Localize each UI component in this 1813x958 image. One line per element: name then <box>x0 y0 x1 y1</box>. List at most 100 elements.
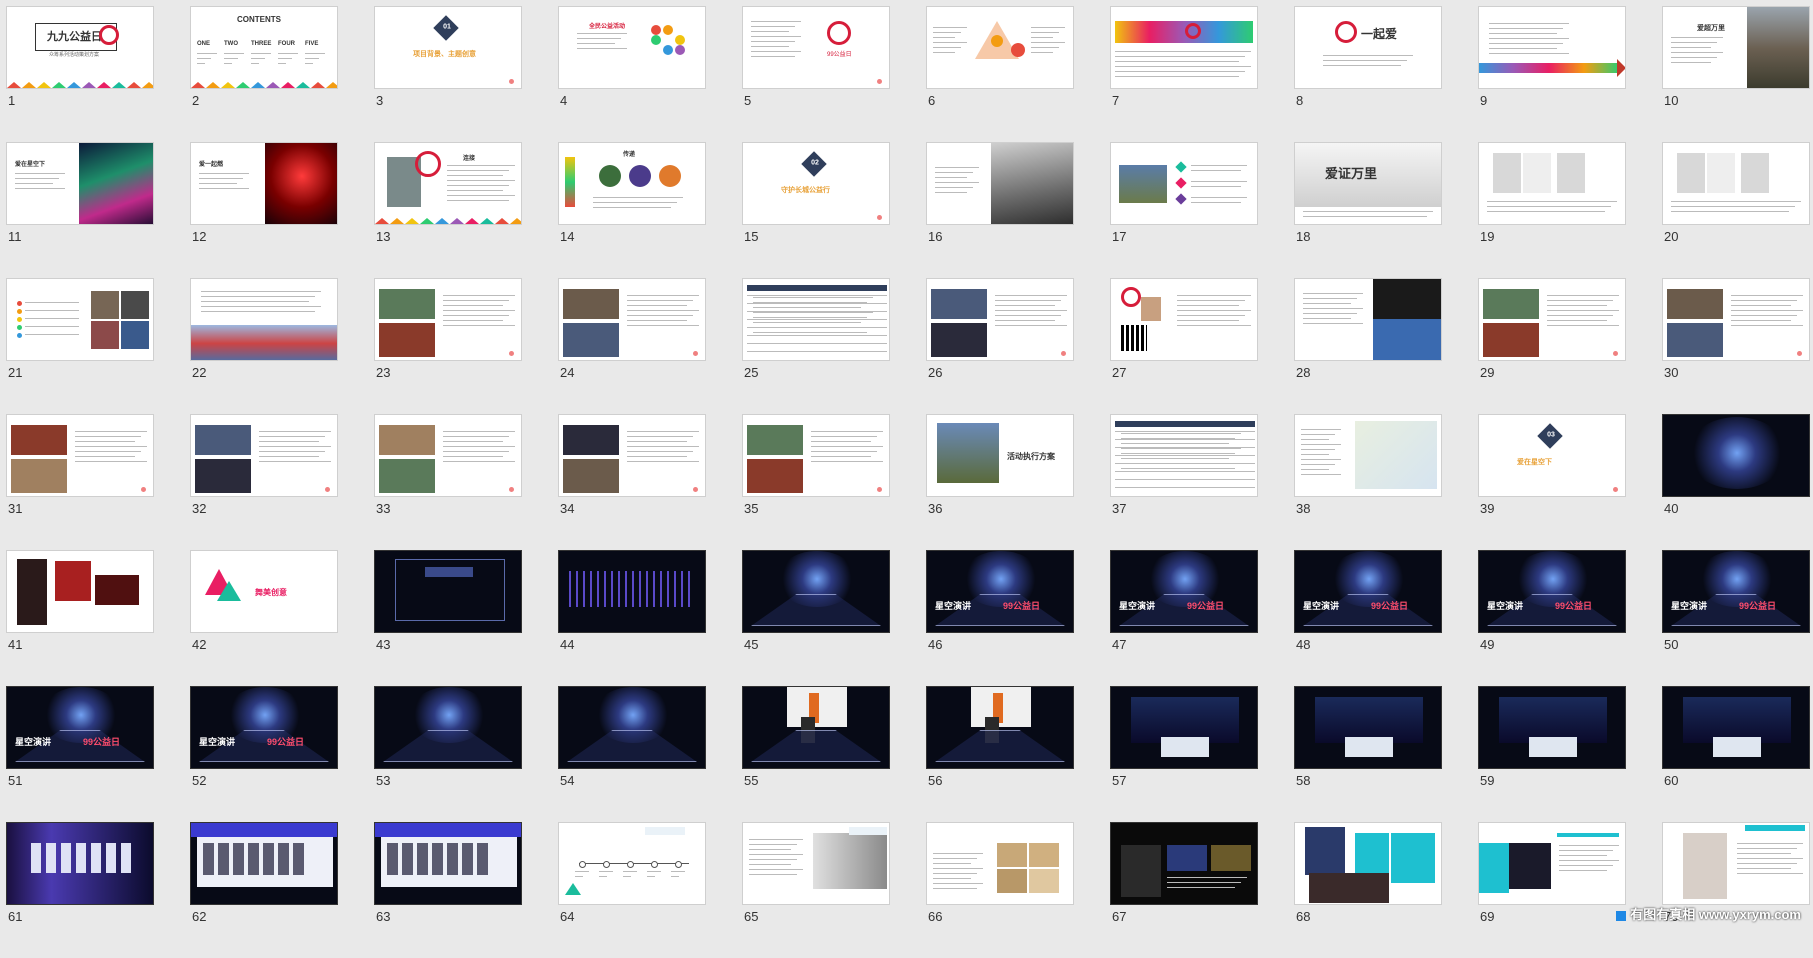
slide-thumbnail-36[interactable]: 活动执行方案 36 <box>926 414 1110 550</box>
slide-preview[interactable] <box>558 278 706 361</box>
slide-thumbnail-68[interactable]: 68 <box>1294 822 1478 958</box>
slide-preview[interactable]: 爱在星空下 <box>6 142 154 225</box>
slide-thumbnail-46[interactable]: 星空演讲 99公益日 46 <box>926 550 1110 686</box>
slide-preview[interactable] <box>190 414 338 497</box>
slide-thumbnail-3[interactable]: 01 项目背景、主题创意 3 <box>374 6 558 142</box>
slide-thumbnail-33[interactable]: 33 <box>374 414 558 550</box>
slide-preview[interactable] <box>1110 278 1258 361</box>
slide-thumbnail-8[interactable]: 一起爱 8 <box>1294 6 1478 142</box>
slide-thumbnail-15[interactable]: 02 守护长城公益行 15 <box>742 142 926 278</box>
slide-preview[interactable] <box>374 822 522 905</box>
slide-preview[interactable] <box>1110 822 1258 905</box>
slide-thumbnail-64[interactable]: 64 <box>558 822 742 958</box>
slide-preview[interactable]: 星空演讲 99公益日 <box>1478 550 1626 633</box>
slide-preview[interactable] <box>926 822 1074 905</box>
slide-preview[interactable]: 99公益日 <box>742 6 890 89</box>
slide-preview[interactable]: CONTENTS ONE TWO THREE FOUR FIVE <box>190 6 338 89</box>
slide-thumbnail-69[interactable]: 69 <box>1478 822 1662 958</box>
slide-thumbnail-35[interactable]: 35 <box>742 414 926 550</box>
slide-thumbnail-62[interactable]: 62 <box>190 822 374 958</box>
slide-thumbnail-7[interactable]: 7 <box>1110 6 1294 142</box>
slide-thumbnail-53[interactable]: 53 <box>374 686 558 822</box>
slide-preview[interactable] <box>1662 822 1810 905</box>
slide-preview[interactable] <box>374 686 522 769</box>
slide-thumbnail-5[interactable]: 99公益日 5 <box>742 6 926 142</box>
slide-thumbnail-41[interactable]: 41 <box>6 550 190 686</box>
slide-thumbnail-20[interactable]: 20 <box>1662 142 1813 278</box>
slide-thumbnail-24[interactable]: 24 <box>558 278 742 414</box>
slide-thumbnail-70[interactable]: 70 <box>1662 822 1813 958</box>
slide-preview[interactable] <box>1662 686 1810 769</box>
slide-thumbnail-4[interactable]: 全民公益活动 4 <box>558 6 742 142</box>
slide-preview[interactable]: 传递 <box>558 142 706 225</box>
slide-preview[interactable] <box>1110 414 1258 497</box>
slide-thumbnail-44[interactable]: 44 <box>558 550 742 686</box>
slide-preview[interactable] <box>926 142 1074 225</box>
slide-thumbnail-14[interactable]: 传递 14 <box>558 142 742 278</box>
slide-thumbnail-29[interactable]: 29 <box>1478 278 1662 414</box>
slide-preview[interactable] <box>1478 686 1626 769</box>
slide-thumbnail-48[interactable]: 星空演讲 99公益日 48 <box>1294 550 1478 686</box>
slide-preview[interactable]: 舞美创意 <box>190 550 338 633</box>
slide-preview[interactable] <box>190 278 338 361</box>
slide-preview[interactable]: 星空演讲 99公益日 <box>1294 550 1442 633</box>
slide-preview[interactable] <box>558 822 706 905</box>
slide-thumbnail-32[interactable]: 32 <box>190 414 374 550</box>
slide-thumbnail-51[interactable]: 星空演讲 99公益日 51 <box>6 686 190 822</box>
slide-preview[interactable] <box>1294 414 1442 497</box>
slide-preview[interactable] <box>926 6 1074 89</box>
slide-preview[interactable]: 03 爱在星空下 <box>1478 414 1626 497</box>
slide-thumbnail-1[interactable]: 九九公益日 众筹系列活动策划方案 1 <box>6 6 190 142</box>
slide-preview[interactable] <box>1110 142 1258 225</box>
slide-thumbnail-6[interactable]: 6 <box>926 6 1110 142</box>
slide-thumbnail-17[interactable]: 17 <box>1110 142 1294 278</box>
slide-thumbnail-39[interactable]: 03 爱在星空下 39 <box>1478 414 1662 550</box>
slide-preview[interactable] <box>1662 278 1810 361</box>
slide-preview[interactable] <box>742 414 890 497</box>
slide-preview[interactable]: 一起爱 <box>1294 6 1442 89</box>
slide-thumbnail-37[interactable]: 37 <box>1110 414 1294 550</box>
slide-thumbnail-54[interactable]: 54 <box>558 686 742 822</box>
slide-thumbnail-66[interactable]: 66 <box>926 822 1110 958</box>
slide-thumbnail-60[interactable]: 60 <box>1662 686 1813 822</box>
slide-thumbnail-21[interactable]: 21 <box>6 278 190 414</box>
slide-thumbnail-63[interactable]: 63 <box>374 822 558 958</box>
slide-preview[interactable] <box>374 278 522 361</box>
slide-thumbnail-45[interactable]: 45 <box>742 550 926 686</box>
slide-preview[interactable] <box>742 550 890 633</box>
slide-thumbnail-42[interactable]: 舞美创意 42 <box>190 550 374 686</box>
slide-thumbnail-26[interactable]: 26 <box>926 278 1110 414</box>
slide-preview[interactable]: 星空演讲 99公益日 <box>1662 550 1810 633</box>
slide-preview[interactable] <box>6 414 154 497</box>
slide-thumbnail-25[interactable]: 25 <box>742 278 926 414</box>
slide-preview[interactable] <box>558 550 706 633</box>
slide-preview[interactable] <box>6 278 154 361</box>
slide-thumbnail-38[interactable]: 38 <box>1294 414 1478 550</box>
slide-thumbnail-31[interactable]: 31 <box>6 414 190 550</box>
slide-preview[interactable]: 02 守护长城公益行 <box>742 142 890 225</box>
slide-thumbnail-23[interactable]: 23 <box>374 278 558 414</box>
slide-preview[interactable] <box>6 822 154 905</box>
slide-preview[interactable] <box>6 550 154 633</box>
slide-thumbnail-50[interactable]: 星空演讲 99公益日 50 <box>1662 550 1813 686</box>
slide-thumbnail-10[interactable]: 爱超万里 10 <box>1662 6 1813 142</box>
slide-thumbnail-27[interactable]: 27 <box>1110 278 1294 414</box>
slide-preview[interactable] <box>1294 278 1442 361</box>
slide-preview[interactable] <box>558 686 706 769</box>
slide-thumbnail-40[interactable]: 40 <box>1662 414 1813 550</box>
slide-preview[interactable]: 星空演讲 99公益日 <box>190 686 338 769</box>
slide-thumbnail-59[interactable]: 59 <box>1478 686 1662 822</box>
slide-thumbnail-2[interactable]: CONTENTS ONE TWO THREE FOUR FIVE 2 <box>190 6 374 142</box>
slide-thumbnail-16[interactable]: 16 <box>926 142 1110 278</box>
slide-thumbnail-19[interactable]: 19 <box>1478 142 1662 278</box>
slide-preview[interactable] <box>1294 686 1442 769</box>
slide-preview[interactable]: 活动执行方案 <box>926 414 1074 497</box>
slide-thumbnail-52[interactable]: 星空演讲 99公益日 52 <box>190 686 374 822</box>
slide-preview[interactable] <box>1478 142 1626 225</box>
slide-thumbnail-55[interactable]: 55 <box>742 686 926 822</box>
slide-thumbnail-47[interactable]: 星空演讲 99公益日 47 <box>1110 550 1294 686</box>
slide-preview[interactable]: 全民公益活动 <box>558 6 706 89</box>
slide-preview[interactable] <box>926 686 1074 769</box>
slide-preview[interactable] <box>190 822 338 905</box>
slide-preview[interactable]: 爱一起燃 <box>190 142 338 225</box>
